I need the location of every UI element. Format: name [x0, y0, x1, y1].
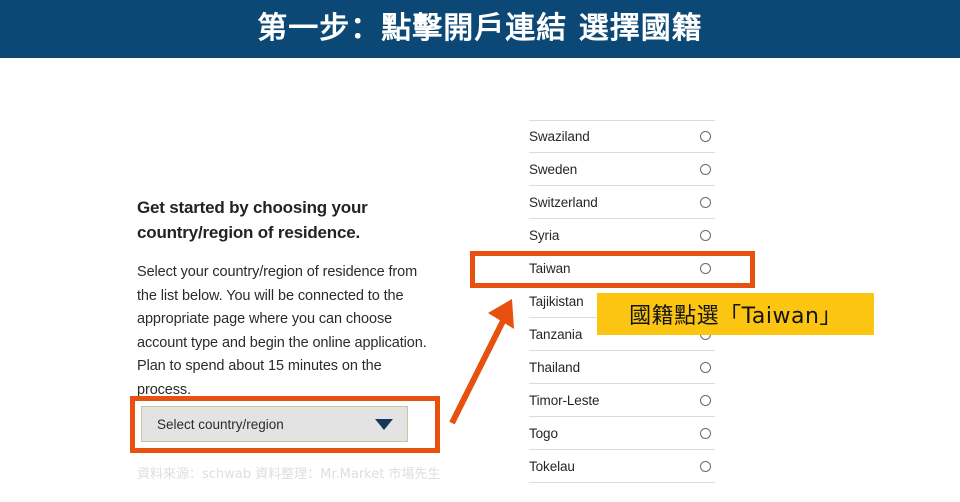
radio-button-unchecked-icon[interactable]: [700, 163, 711, 175]
country-list-item[interactable]: Sweden: [529, 153, 715, 186]
country-list-item[interactable]: Thailand: [529, 351, 715, 384]
country-list-item[interactable]: Swaziland: [529, 120, 715, 153]
country-list-item-label: Tokelau: [529, 458, 575, 474]
radio-button-unchecked-icon[interactable]: [700, 460, 711, 472]
radio-button-unchecked-icon[interactable]: [700, 394, 711, 406]
radio-button-unchecked-icon[interactable]: [700, 229, 711, 241]
taiwan-row-highlight-annotation: [470, 251, 755, 288]
country-list-item[interactable]: Togo: [529, 417, 715, 450]
country-list-item-label: Sweden: [529, 161, 578, 177]
intro-panel: Get started by choosing your country/reg…: [137, 196, 437, 402]
select-highlight-annotation: [130, 396, 440, 453]
radio-button-unchecked-icon[interactable]: [700, 361, 711, 373]
country-list-item[interactable]: Tokelau: [529, 450, 715, 483]
intro-body-text: Select your country/region of residence …: [137, 264, 427, 398]
country-list-item[interactable]: Timor-Leste: [529, 384, 715, 417]
radio-button-unchecked-icon[interactable]: [700, 427, 711, 439]
intro-heading: Get started by choosing your country/reg…: [137, 198, 368, 242]
country-list-item-label: Syria: [529, 227, 560, 243]
page-title: 第一步：點擊開戶連結 選擇國籍: [257, 11, 703, 46]
radio-button-unchecked-icon[interactable]: [700, 131, 711, 142]
country-list-item-label: Timor-Leste: [529, 392, 600, 408]
radio-button-unchecked-icon[interactable]: [700, 196, 711, 208]
header-banner: 第一步：點擊開戶連結 選擇國籍: [0, 0, 960, 58]
country-list-item[interactable]: Switzerland: [529, 186, 715, 219]
footer-credit: 資料來源：schwab 資料整理：Mr.Market 市場先生: [137, 467, 441, 482]
country-list-item-label: Switzerland: [529, 194, 598, 210]
callout-badge: 國籍點選「Taiwan」: [597, 293, 874, 335]
country-list-item-label: Swaziland: [529, 129, 590, 144]
country-list-item-label: Togo: [529, 425, 558, 441]
country-list-item[interactable]: Syria: [529, 219, 715, 252]
country-list-item-label: Tajikistan: [529, 293, 584, 309]
country-list-item-label: Tanzania: [529, 326, 583, 342]
country-list-item-label: Thailand: [529, 359, 580, 375]
callout-text: 國籍點選「Taiwan」: [629, 304, 842, 329]
